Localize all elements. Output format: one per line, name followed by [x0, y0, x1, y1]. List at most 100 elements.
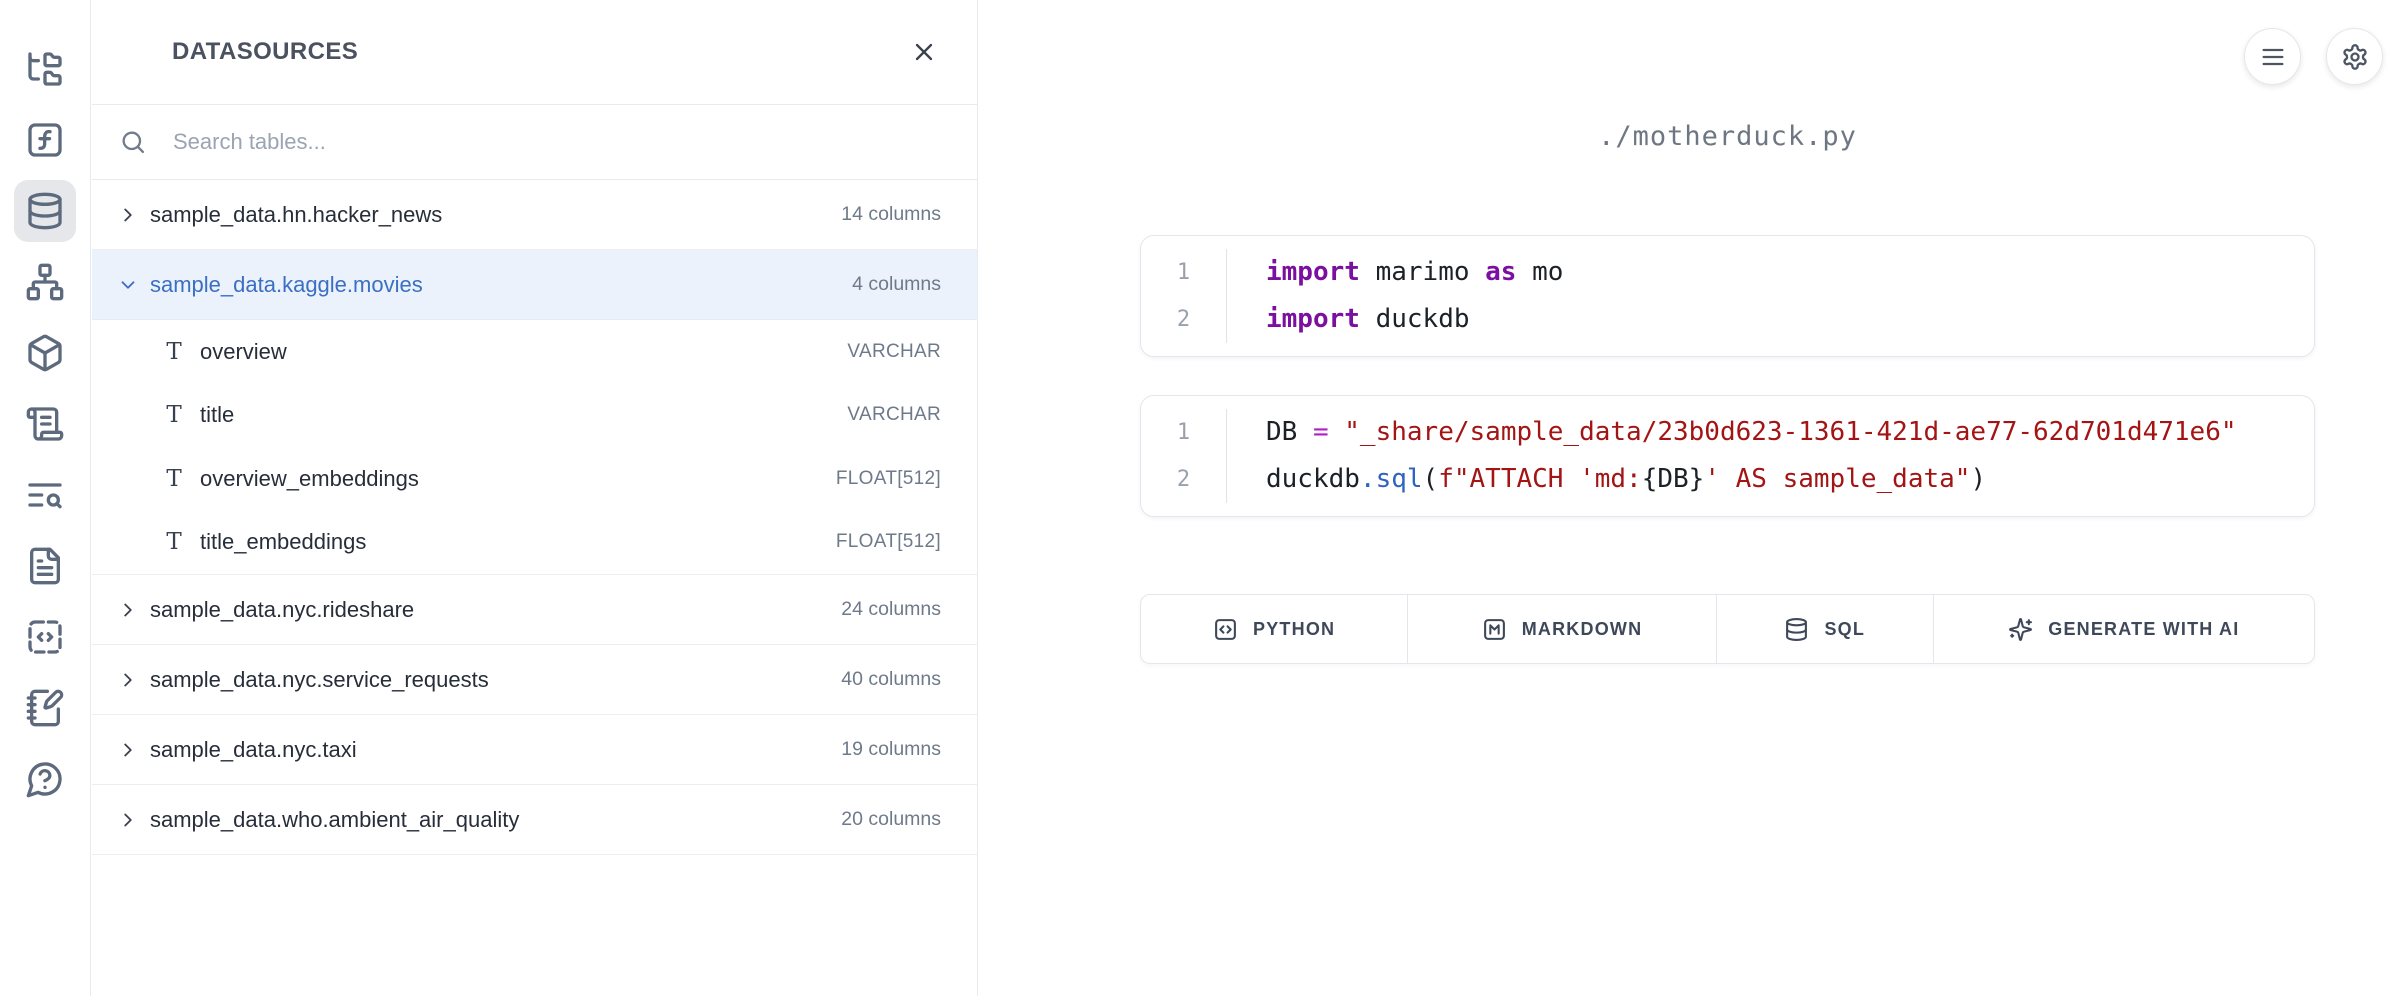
search-row [92, 105, 977, 180]
notebook-filename[interactable]: ./motherduck.py [1140, 121, 2315, 153]
table-name: sample_data.nyc.rideshare [150, 597, 841, 623]
chevron-right-icon [117, 599, 139, 621]
table-columns-count: 19 columns [841, 738, 941, 761]
help-icon [25, 759, 65, 799]
table-columns-count: 40 columns [841, 668, 941, 691]
table-name: sample_data.nyc.taxi [150, 737, 841, 763]
table-row[interactable]: sample_data.nyc.taxi19 columns [92, 715, 977, 785]
table-row[interactable]: sample_data.who.ambient_air_quality20 co… [92, 785, 977, 855]
close-icon [910, 38, 938, 66]
table-name: sample_data.hn.hacker_news [150, 202, 841, 228]
file-text-icon [25, 546, 65, 586]
cells-container: 12import marimo as moimport duckdb12DB =… [1140, 235, 2315, 517]
notebook-main-area: ./motherduck.py 12import marimo as moimp… [978, 0, 2399, 996]
table-row[interactable]: sample_data.nyc.rideshare24 columns [92, 575, 977, 645]
code-editor[interactable]: DB = "_share/sample_data/23b0d623-1361-4… [1227, 409, 2237, 503]
square-m-icon [1482, 617, 1507, 642]
add-cell-button-label: SQL [1824, 619, 1865, 640]
column-type: FLOAT[512] [836, 531, 941, 553]
datasources-panel: DATASOURCES sample_data.hn.hacker_news14… [92, 0, 978, 996]
rail-item-tracebacks[interactable] [14, 464, 76, 526]
table-row[interactable]: sample_data.hn.hacker_news14 columns [92, 180, 977, 250]
line-numbers: 12 [1141, 409, 1227, 503]
column-name: overview [200, 339, 847, 365]
database-icon [1784, 617, 1809, 642]
add-cell-generate-with-ai-button[interactable]: GENERATE WITH AI [1933, 595, 2314, 663]
network-icon [25, 262, 65, 302]
panel-header: DATASOURCES [92, 0, 977, 105]
table-row[interactable]: sample_data.nyc.service_requests40 colum… [92, 645, 977, 715]
table-columns-count: 20 columns [841, 808, 941, 831]
database-icon [25, 191, 65, 231]
rail-item-documentation[interactable] [14, 535, 76, 597]
table-name: sample_data.nyc.service_requests [150, 667, 841, 693]
column-name: title_embeddings [200, 529, 836, 555]
column-type-icon: T [162, 466, 186, 492]
tables-list: sample_data.hn.hacker_news14 columnssamp… [92, 180, 977, 855]
notebook-menu-button[interactable] [2244, 28, 2301, 85]
settings-button[interactable] [2326, 28, 2383, 85]
table-name: sample_data.who.ambient_air_quality [150, 807, 841, 833]
function-square-icon [25, 120, 65, 160]
rail-item-scratchpad[interactable] [14, 677, 76, 739]
table-row[interactable]: sample_data.kaggle.movies4 columns [92, 250, 977, 320]
scroll-text-icon [25, 404, 65, 444]
text-search-icon [25, 475, 65, 515]
add-cell-button-label: PYTHON [1253, 619, 1335, 640]
rail-item-logs[interactable] [14, 393, 76, 455]
column-name: overview_embeddings [200, 466, 836, 492]
rail-item-snippets[interactable] [14, 606, 76, 668]
rail-item-dependencies[interactable] [14, 251, 76, 313]
column-type-icon: T [162, 529, 186, 555]
folder-tree-icon [25, 49, 65, 89]
column-type-icon: T [162, 339, 186, 365]
code-cell[interactable]: 12DB = "_share/sample_data/23b0d623-1361… [1140, 395, 2315, 517]
square-code-icon [1213, 617, 1238, 642]
column-type: VARCHAR [847, 404, 941, 426]
gear-icon [2341, 43, 2369, 71]
search-tables-input[interactable] [171, 128, 941, 156]
rail-item-help[interactable] [14, 748, 76, 810]
menu-icon [2259, 43, 2287, 71]
column-row[interactable]: TtitleVARCHAR [92, 384, 977, 448]
chevron-right-icon [117, 204, 139, 226]
snippets-icon [25, 617, 65, 657]
chevron-right-icon [117, 809, 139, 831]
rail-item-file-explorer[interactable] [14, 38, 76, 100]
notebook-content: ./motherduck.py 12import marimo as moimp… [1140, 121, 2315, 664]
column-type: FLOAT[512] [836, 468, 941, 490]
line-numbers: 12 [1141, 249, 1227, 343]
add-cell-button-label: MARKDOWN [1522, 619, 1643, 640]
search-icon [119, 128, 147, 156]
close-panel-button[interactable] [901, 29, 947, 75]
add-cell-button-label: GENERATE WITH AI [2048, 619, 2239, 640]
add-cell-button-row: PYTHON MARKDOWN SQL GENERATE WITH AI [1140, 594, 2315, 664]
column-row[interactable]: ToverviewVARCHAR [92, 320, 977, 384]
add-cell-sql-button[interactable]: SQL [1716, 595, 1933, 663]
notebook-pen-icon [25, 688, 65, 728]
rail-item-datasources[interactable] [14, 180, 76, 242]
package-icon [25, 333, 65, 373]
add-cell-markdown-button[interactable]: MARKDOWN [1407, 595, 1715, 663]
column-row[interactable]: Ttitle_embeddingsFLOAT[512] [92, 511, 977, 575]
column-type-icon: T [162, 402, 186, 428]
table-columns-block: ToverviewVARCHARTtitleVARCHARToverview_e… [92, 320, 977, 575]
panel-title: DATASOURCES [172, 38, 358, 66]
column-type: VARCHAR [847, 341, 941, 363]
activity-rail [0, 0, 91, 996]
rail-item-variables[interactable] [14, 109, 76, 171]
chevron-right-icon [117, 739, 139, 761]
chevron-right-icon [117, 669, 139, 691]
sparkles-icon [2008, 617, 2033, 642]
notebook-topbar [2244, 28, 2383, 85]
code-cell[interactable]: 12import marimo as moimport duckdb [1140, 235, 2315, 357]
table-columns-count: 24 columns [841, 598, 941, 621]
code-editor[interactable]: import marimo as moimport duckdb [1227, 249, 1563, 343]
add-cell-python-button[interactable]: PYTHON [1141, 595, 1407, 663]
table-columns-count: 4 columns [852, 273, 941, 296]
table-columns-count: 14 columns [841, 203, 941, 226]
table-name: sample_data.kaggle.movies [150, 272, 852, 298]
column-name: title [200, 402, 847, 428]
rail-item-packages[interactable] [14, 322, 76, 384]
column-row[interactable]: Toverview_embeddingsFLOAT[512] [92, 447, 977, 511]
